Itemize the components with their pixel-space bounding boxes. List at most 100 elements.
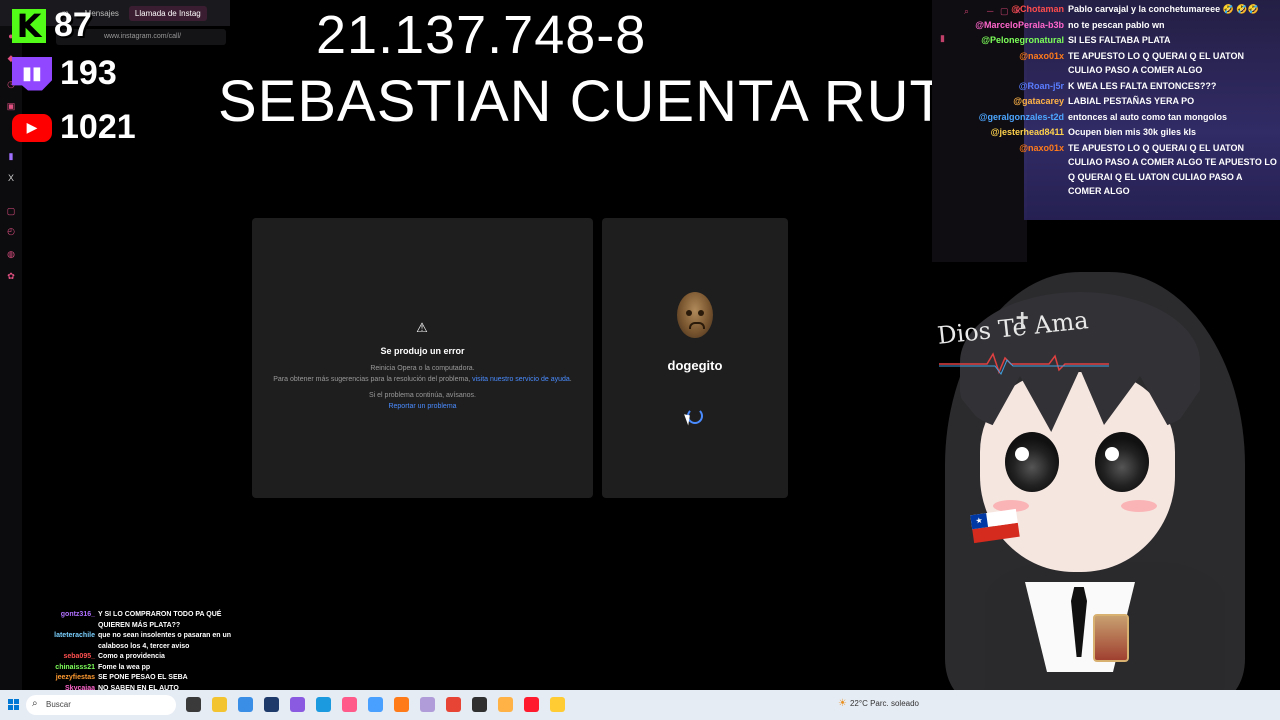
twitch-logo-icon: ▮▮: [12, 56, 52, 91]
error-persist-text: Si el problema continúa, avísanos.: [368, 392, 476, 399]
file-explorer-icon[interactable]: [212, 697, 227, 712]
mini-chat-text: Como a providencia: [98, 653, 165, 660]
chrome-icon[interactable]: [446, 697, 461, 712]
twitch-viewer-counter: ▮▮ 193: [12, 54, 117, 93]
copilot-icon[interactable]: [238, 697, 253, 712]
chat-message: @naxo01x TE APUESTO LO Q QUERAI Q EL UATO…: [940, 49, 1280, 78]
vegas-icon[interactable]: [264, 697, 279, 712]
youtube-logo-icon: ▶: [12, 113, 52, 142]
chat-text: entonces al auto como tan mongolos: [1068, 111, 1228, 122]
search-placeholder: Buscar: [46, 700, 71, 709]
report-problem-link[interactable]: Reportar un problema: [252, 403, 593, 410]
kick-viewer-count: 87: [54, 6, 92, 44]
visual-studio-icon[interactable]: [420, 697, 435, 712]
chat-text: Ocupen bien mis 30k giles kls: [1068, 127, 1197, 137]
sun-icon: ☀: [838, 698, 847, 709]
error-help-text: Para obtener más sugerencias para la res…: [273, 376, 572, 383]
overlay-title: SEBASTIAN CUENTA RUT: [218, 69, 946, 134]
mini-chat-message: chinaisss21 Fome la wea pp: [40, 663, 250, 674]
pinned-app-2-icon[interactable]: [342, 697, 357, 712]
warning-icon: ⚠: [416, 320, 428, 335]
kick-logo-icon: K: [12, 7, 46, 45]
edge-icon[interactable]: [316, 697, 331, 712]
mini-chat-username[interactable]: chinaisss21: [40, 663, 98, 674]
sidebar-downloads-icon[interactable]: ◍: [5, 248, 17, 260]
sidebar-twitch-icon[interactable]: ▮: [5, 150, 17, 162]
chat-username[interactable]: @naxo01x: [940, 141, 1068, 199]
chat-text: no te pescan pablo wn: [1068, 19, 1165, 30]
mini-chat-message: seba095_ Como a providencia: [40, 652, 250, 663]
chat-message: @geralgonzales-t2d entonces al auto como …: [940, 110, 1280, 125]
mini-chat-username[interactable]: gontz316_: [40, 610, 98, 631]
pinned-app-4-icon[interactable]: [498, 697, 513, 712]
chat-text: Pablo carvajal y la conchetumareee 🤣 🤣🤣: [1068, 4, 1259, 14]
mini-chat-text: Y SI LO COMPRARON TODO PA QUÉ QUIEREN MÁ…: [98, 611, 222, 629]
chat-message: @MarceloPerala-b3b no te pescan pablo wn: [940, 18, 1280, 33]
chat-message: @naxo01x TE APUESTO LO Q QUERAI Q EL UATO…: [940, 141, 1280, 199]
chat-username[interactable]: @Roan-j5r: [940, 79, 1068, 94]
taskbar-search-input[interactable]: ⌕ Buscar: [26, 695, 176, 715]
mini-chat-username[interactable]: seba095_: [40, 652, 98, 663]
pinned-app-icon[interactable]: [290, 697, 305, 712]
heartbeat-line-icon: [939, 352, 1109, 375]
obs-icon[interactable]: [472, 697, 487, 712]
weather-widget[interactable]: ☀ 22°C Parc. soleado: [838, 698, 919, 709]
participant-username: dogegito: [667, 358, 723, 373]
live-chat: @Chotaman Pablo carvajal y la conchetumar…: [940, 2, 1280, 200]
sidebar-settings-icon[interactable]: ✿: [5, 270, 17, 282]
chat-message: @Roan-j5r K WEA LES FALTA ENTONCES???: [940, 79, 1280, 94]
error-title: Se produjo un error: [380, 346, 465, 356]
pinned-app-3-icon[interactable]: [368, 697, 383, 712]
chat-message: @gatacarey LABIAL PESTAÑAS YERA PO: [940, 94, 1280, 109]
avatar-right-eye: [1095, 432, 1149, 492]
chat-message: @Pelonegronatural SI LES FALTABA PLATA: [940, 33, 1280, 48]
opera-sidebar: ● ◆ ◷ ▣ ▮ X ▢ ◴ ◍ ✿: [0, 0, 22, 690]
windows-taskbar: ⌕ Buscar ☀ 22°C Parc. soleado: [0, 690, 1280, 720]
sidebar-x-icon[interactable]: X: [5, 172, 17, 184]
firefox-icon[interactable]: [394, 697, 409, 712]
overlay-rut-number: 21.137.748-8: [316, 5, 647, 65]
help-service-link[interactable]: visita nuestro servicio de ayuda: [472, 376, 570, 383]
error-restart-text: Reinicia Opera o la computadora.: [370, 365, 475, 372]
mini-chat-message: gontz316_ Y SI LO COMPRARON TODO PA QUÉ Q…: [40, 610, 250, 631]
mini-chat-message: lateterachile que no sean insolentes o pa…: [40, 631, 250, 652]
call-error-panel: ⚠ Se produjo un error Reinicia Opera o l…: [252, 218, 593, 498]
chat-text: TE APUESTO LO Q QUERAI Q EL UATON CULIAO…: [1068, 142, 1277, 197]
jesus-pin-icon: [1093, 614, 1129, 662]
url-text: www.instagram.com/call/: [104, 33, 182, 40]
tab-instagram-call[interactable]: Llamada de Instag: [128, 5, 207, 21]
youtube-viewer-counter: ▶ 1021: [12, 108, 136, 147]
mini-chat-text: SE PONE PESAO EL SEBA: [98, 674, 188, 681]
participant-avatar: [677, 292, 713, 338]
chat-username[interactable]: @jesterhead8411: [940, 125, 1068, 140]
avatar-blush-right: [1121, 500, 1157, 512]
chat-username[interactable]: @Chotaman: [940, 2, 1068, 17]
opera-gx-icon[interactable]: [550, 697, 565, 712]
sidebar-instagram-icon[interactable]: ▢: [5, 205, 17, 217]
mini-chat-message: jeezyfiestas SE PONE PESAO EL SEBA: [40, 673, 250, 684]
search-icon: ⌕: [32, 698, 38, 709]
weather-text: 22°C Parc. soleado: [849, 699, 919, 708]
kick-viewer-counter: K 87: [12, 6, 92, 45]
call-participant-panel: dogegito: [602, 218, 788, 498]
vtuber-avatar: ★ Dios Te Ama ✝: [925, 262, 1280, 702]
sidebar-clock-icon[interactable]: ◴: [5, 225, 17, 237]
mini-chat-text: que no sean insolentes o pasaran en un c…: [98, 632, 232, 650]
chat-username[interactable]: @MarceloPerala-b3b: [940, 18, 1068, 33]
chat-username[interactable]: @naxo01x: [940, 49, 1068, 78]
chat-text: SI LES FALTABA PLATA: [1068, 35, 1171, 45]
windows-start-icon[interactable]: [8, 699, 20, 711]
chat-username[interactable]: @gatacarey: [940, 94, 1068, 109]
chat-text: LABIAL PESTAÑAS YERA PO: [1068, 96, 1195, 106]
mini-chat-username[interactable]: jeezyfiestas: [40, 673, 98, 684]
cross-icon: ✝: [1013, 308, 1032, 333]
chat-message: @jesterhead8411 Ocupen bien mis 30k giles…: [940, 125, 1280, 140]
opera-icon[interactable]: [524, 697, 539, 712]
task-view-icon[interactable]: [186, 697, 201, 712]
mini-chat-username[interactable]: lateterachile: [40, 631, 98, 652]
avatar-left-eye: [1005, 432, 1059, 492]
chat-username[interactable]: @geralgonzales-t2d: [940, 110, 1068, 125]
chat-username[interactable]: @Pelonegronatural: [940, 33, 1068, 48]
chat-text: K WEA LES FALTA ENTONCES???: [1068, 80, 1217, 91]
chat-message: @Chotaman Pablo carvajal y la conchetumar…: [940, 2, 1280, 17]
